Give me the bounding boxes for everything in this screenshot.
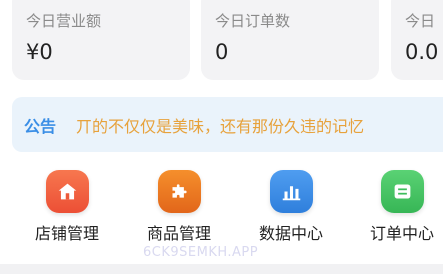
stat-card-revenue[interactable]: 今日营业额 ¥0 [12,0,190,80]
menu-label: 店铺管理 [34,224,99,243]
notice-label: 公告 [24,117,57,136]
stat-label: 今日 [405,12,436,30]
watermark-text: 6CK9SEMKH.APP [143,245,259,260]
order-icon [381,170,424,213]
stat-value: 0 [215,40,229,64]
dashboard-page: 今日营业额 ¥0 今日订单数 0 今日 0.0 公告 丌的不仅仅是美味，还有那份… [0,0,443,274]
stat-card-third[interactable]: 今日 0.0 [391,0,443,80]
menu-label: 数据中心 [258,224,323,243]
notice-marquee-text: 丌的不仅仅是美味，还有那份久违的记忆 [76,117,365,136]
bar-chart-icon [270,170,313,213]
menu-item-order-center[interactable]: 订单中心 [357,166,443,246]
stat-label: 今日营业额 [26,12,102,30]
menu-item-data-center[interactable]: 数据中心 [246,166,336,246]
puzzle-icon [158,170,201,213]
menu-item-shop-management[interactable]: 店铺管理 [22,166,112,246]
section-divider [0,264,443,274]
shop-icon [46,170,89,213]
menu-label: 商品管理 [146,224,211,243]
stat-card-orders[interactable]: 今日订单数 0 [201,0,379,80]
notice-bar[interactable]: 公告 丌的不仅仅是美味，还有那份久违的记忆 [12,97,443,152]
stat-value: ¥0 [26,40,53,64]
stat-value: 0.0 [405,40,439,64]
menu-item-product-management[interactable]: 商品管理 [134,166,224,246]
stat-label: 今日订单数 [215,12,291,30]
menu-label: 订单中心 [369,224,434,243]
